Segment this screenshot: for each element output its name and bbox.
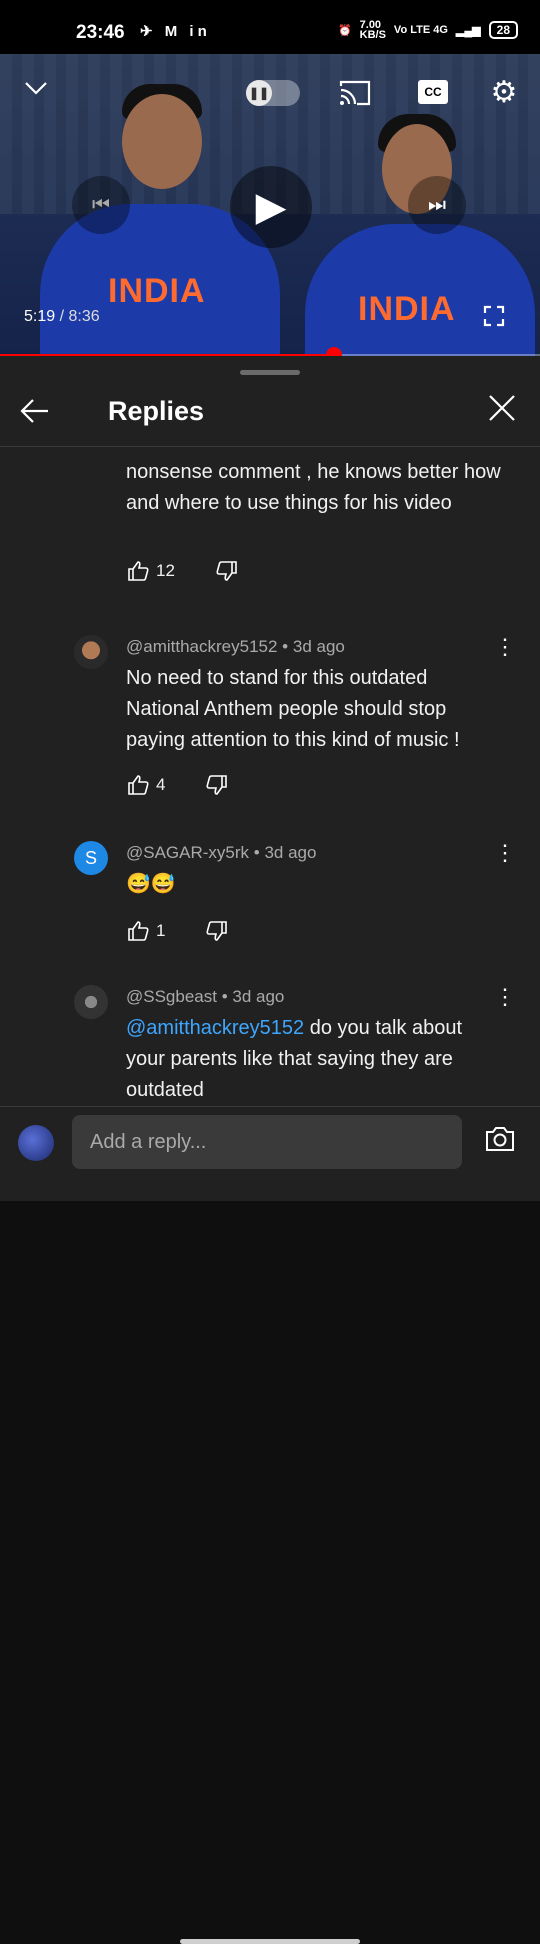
comment-author[interactable]: @SAGAR-xy5rk (126, 843, 249, 862)
thumbs-down-icon[interactable] (215, 559, 239, 583)
avatar[interactable] (18, 1125, 54, 1161)
drag-handle[interactable] (240, 370, 300, 375)
comment-text: 😅😅 (126, 873, 176, 895)
notification-icons: ✈ M in (140, 23, 211, 40)
gear-icon[interactable]: ⚙ (488, 76, 520, 109)
play-icon[interactable]: ▶ (230, 166, 312, 248)
thumbs-down-icon[interactable] (205, 919, 229, 943)
jersey-text-right: INDIA (358, 290, 456, 328)
back-arrow-icon[interactable] (20, 396, 54, 430)
avatar[interactable]: S (74, 841, 108, 875)
battery-icon: 28 (488, 21, 518, 39)
previous-icon[interactable]: ⏮ (72, 176, 130, 234)
cast-icon[interactable] (338, 78, 372, 108)
replies-list[interactable]: nonsense comment , he knows better how a… (0, 447, 540, 1103)
thumbs-up-icon[interactable] (126, 919, 150, 943)
reply-bar (0, 1106, 540, 1944)
video-player[interactable]: INDIA INDIA ❚❚ CC ⚙ ⏮ ▶ ⏭ 5:19 / 8:36 (0, 54, 540, 356)
like-count: 12 (156, 561, 175, 580)
more-options-icon[interactable]: ⋮ (494, 985, 516, 1009)
captions-button[interactable]: CC (418, 80, 448, 104)
time-separator: / (55, 308, 69, 325)
comment-actions: 4 (126, 773, 229, 797)
minimize-chevron-down-icon[interactable] (22, 76, 50, 100)
fullscreen-icon[interactable] (482, 304, 506, 328)
comment-meta: @amitthackrey5152 • 3d ago (126, 637, 345, 656)
like-count: 1 (156, 921, 166, 940)
replies-header: Replies (0, 386, 540, 446)
comment-age: 3d ago (232, 987, 285, 1006)
status-bar: 23:46 ✈ M in ⏰ 7.00 KB/S Vo LTE 4G ▂▄▆ 2… (0, 0, 540, 54)
gesture-bar[interactable] (180, 1939, 360, 1944)
more-options-icon[interactable]: ⋮ (494, 635, 516, 659)
camera-icon[interactable] (484, 1125, 518, 1155)
thumbs-up-icon[interactable] (126, 559, 150, 583)
network-type: Vo LTE 4G (393, 24, 448, 36)
autoplay-toggle[interactable]: ❚❚ (246, 80, 300, 106)
comment-age: 3d ago (292, 637, 345, 656)
comment-text: No need to stand for this outdated Natio… (126, 667, 460, 751)
video-head-left (122, 94, 202, 189)
next-icon[interactable]: ⏭ (408, 176, 466, 234)
video-duration: 8:36 (68, 308, 100, 325)
comment-meta: @SAGAR-xy5rk • 3d ago (126, 843, 317, 862)
page-title: Replies (108, 396, 205, 426)
network-speed: 7.00 KB/S (359, 19, 386, 41)
thumbs-up-icon[interactable] (126, 773, 150, 797)
pause-icon: ❚❚ (246, 80, 272, 106)
like-count: 4 (156, 775, 166, 794)
status-right: ⏰ 7.00 KB/S Vo LTE 4G ▂▄▆ 28 (337, 19, 518, 41)
current-time: 5:19 (24, 308, 56, 325)
thumbs-down-icon[interactable] (205, 773, 229, 797)
avatar[interactable] (74, 635, 108, 669)
comment-author[interactable]: @SSgbeast (126, 987, 217, 1006)
reply-input[interactable] (72, 1115, 462, 1169)
comment-text: nonsense comment , he knows better how a… (126, 461, 501, 514)
comment-text: @amitthackrey5152 do you talk about your… (126, 1013, 506, 1103)
video-timecode: 5:19 / 8:36 (24, 308, 100, 326)
avatar-letter: S (84, 847, 97, 868)
signal-icon: ▂▄▆ (455, 24, 481, 37)
avatar[interactable] (74, 985, 108, 1019)
mention-link[interactable]: @amitthackrey5152 (126, 1017, 304, 1039)
comment-actions: 1 (126, 919, 229, 943)
more-options-icon[interactable]: ⋮ (494, 841, 516, 865)
status-time: 23:46 (76, 22, 125, 43)
jersey-text-left: INDIA (108, 272, 206, 310)
comment-actions: 12 (126, 559, 239, 583)
replies-sheet: Replies nonsense comment , he knows bett… (0, 356, 540, 1944)
alarm-icon: ⏰ (337, 24, 352, 37)
comment-age: 3d ago (264, 843, 317, 862)
close-icon[interactable] (488, 394, 522, 428)
comment-meta: @SSgbeast • 3d ago (126, 987, 285, 1006)
comment-author[interactable]: @amitthackrey5152 (126, 637, 277, 656)
